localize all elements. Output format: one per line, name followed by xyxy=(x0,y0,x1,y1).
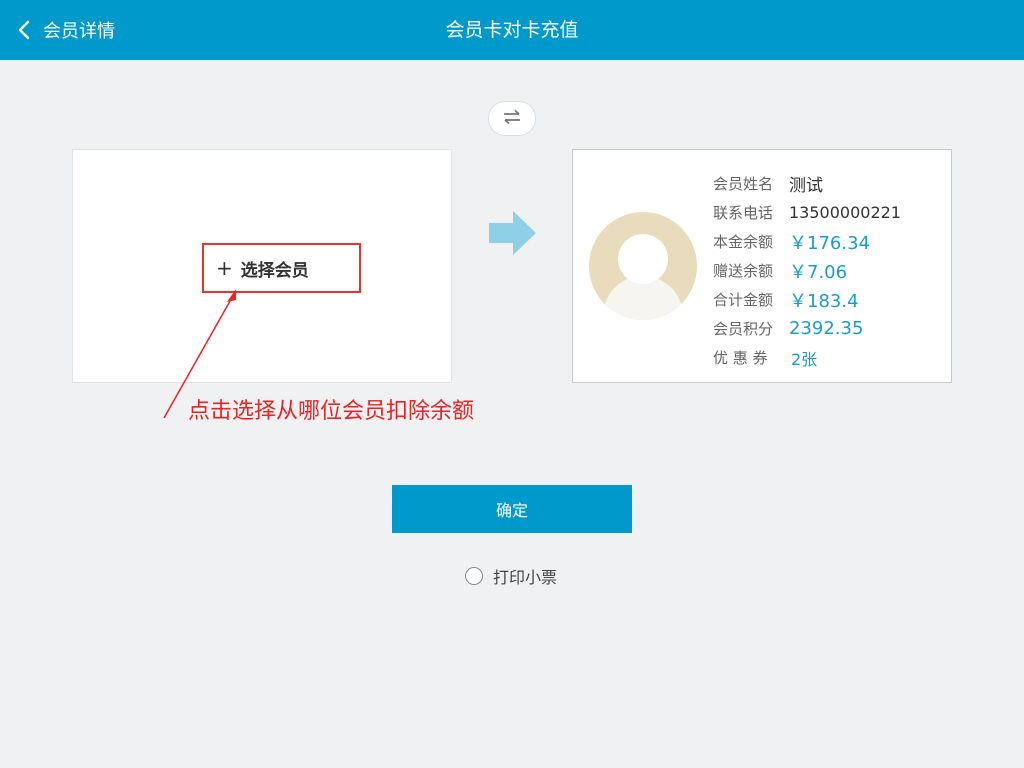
info-label: 优 惠 券 xyxy=(713,349,768,367)
info-label: 赠送余额 xyxy=(713,262,774,280)
page-title: 会员卡对卡充值 xyxy=(445,19,579,41)
arrow-right-icon xyxy=(489,211,536,255)
info-row-phone: 联系电话 13500000221 xyxy=(713,198,901,227)
member-info: 会员姓名 测试 联系电话 13500000221 本金余额 ￥176.34 赠送… xyxy=(713,169,901,372)
info-row-principal: 本金余额 ￥176.34 xyxy=(713,227,901,256)
info-label: 合计金额 xyxy=(713,291,774,309)
info-label: 会员积分 xyxy=(713,320,774,338)
info-row-total: 合计金额 ￥183.4 xyxy=(713,285,901,314)
info-label: 会员姓名 xyxy=(713,175,774,193)
print-receipt-label: 打印小票 xyxy=(493,568,558,587)
swap-button[interactable] xyxy=(488,101,536,136)
avatar-placeholder-icon xyxy=(589,212,697,320)
info-row-coupons: 优 惠 券 2张 xyxy=(713,343,901,372)
chevron-left-icon xyxy=(14,20,34,40)
info-label: 本金余额 xyxy=(713,233,774,251)
print-receipt-radio[interactable] xyxy=(465,567,483,585)
total-amount: ￥183.4 xyxy=(789,290,859,312)
print-receipt-option[interactable]: 打印小票 xyxy=(465,564,557,588)
bonus-balance: ￥7.06 xyxy=(789,261,848,283)
back-label: 会员详情 xyxy=(43,21,115,42)
annotation-text: 点击选择从哪位会员扣除余额 xyxy=(188,399,475,424)
info-row-bonus: 赠送余额 ￥7.06 xyxy=(713,256,901,285)
swap-icon xyxy=(502,109,522,129)
plus-icon: + xyxy=(216,256,233,280)
back-button[interactable]: 会员详情 xyxy=(14,0,115,60)
member-name: 测试 xyxy=(789,176,823,196)
member-points: 2392.35 xyxy=(789,318,864,339)
confirm-button[interactable]: 确定 xyxy=(392,485,632,533)
top-bar: 会员详情 会员卡对卡充值 xyxy=(0,0,1024,60)
member-phone: 13500000221 xyxy=(789,203,901,222)
principal-balance: ￥176.34 xyxy=(789,232,870,254)
info-row-points: 会员积分 2392.35 xyxy=(713,314,901,343)
select-member-label: 选择会员 xyxy=(240,260,309,281)
info-label: 联系电话 xyxy=(713,204,774,222)
info-row-name: 会员姓名 测试 xyxy=(713,169,901,198)
coupon-count[interactable]: 2张 xyxy=(791,346,817,370)
